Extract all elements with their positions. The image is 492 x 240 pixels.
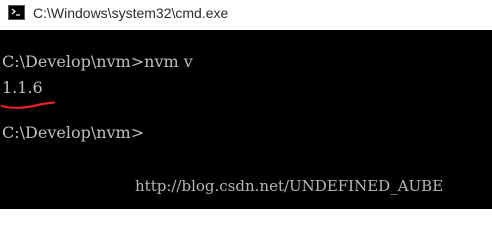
cmd-console-icon — [8, 5, 25, 20]
console-line-prompt: C:\Develop\nvm> — [2, 123, 145, 142]
title-bar[interactable]: C:\Windows\system32\cmd.exe — [0, 0, 492, 29]
red-underline-annotation — [0, 101, 56, 109]
watermark-url: http://blog.csdn.net/UNDEFINED_AUBE — [135, 177, 444, 195]
console-line-version-output: 1.1.6 — [2, 78, 43, 97]
cmd-window: C:\Windows\system32\cmd.exe C:\Develop\n… — [0, 0, 492, 209]
console-output-area[interactable]: C:\Develop\nvm>nvm v 1.1.6 C:\Develop\nv… — [0, 30, 492, 209]
console-line-command: C:\Develop\nvm>nvm v — [2, 52, 193, 71]
window-title: C:\Windows\system32\cmd.exe — [33, 5, 229, 21]
